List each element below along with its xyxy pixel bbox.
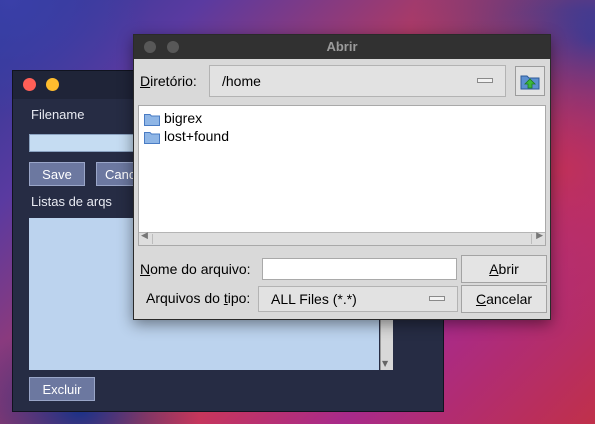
cancel-dialog-button[interactable]: Cancelar	[461, 285, 547, 313]
file-item-label: bigrex	[164, 110, 203, 126]
directory-label-mnemonic: D	[140, 73, 151, 89]
horizontal-scrollbar[interactable]: ◀ ▶	[139, 231, 545, 245]
filename-label: Filename	[31, 107, 85, 122]
folder-icon	[144, 113, 160, 126]
filetype-label-after: ipo:	[227, 290, 251, 306]
scroll-down-icon[interactable]: ▼	[382, 359, 388, 368]
directory-label: Diretório:	[140, 73, 197, 89]
file-item-label: lost+found	[164, 128, 229, 144]
dialog-minimize-button[interactable]	[167, 41, 179, 53]
open-label-text: brir	[498, 261, 519, 277]
file-browser-list[interactable]: bigrex lost+found ◀ ▶	[138, 105, 546, 246]
filename-field-label: Nome do arquivo:	[140, 261, 251, 277]
dialog-close-button[interactable]	[144, 41, 156, 53]
filetype-dropdown[interactable]: ALL Files (*.*)	[258, 286, 458, 312]
save-button[interactable]: Save	[29, 162, 85, 186]
dropdown-grip-icon	[429, 296, 445, 301]
filetype-label-before: Arquivos do	[146, 290, 224, 306]
filename-label-mnemonic: N	[140, 261, 151, 277]
folder-up-icon	[520, 75, 540, 90]
open-file-dialog: Abrir Diretório: /home bigrex lost+found…	[133, 34, 551, 320]
minimize-window-button[interactable]	[46, 78, 59, 91]
directory-dropdown[interactable]: /home	[209, 65, 506, 97]
filename-label-text: ome do arquivo:	[150, 261, 251, 277]
filetype-label: Arquivos do tipo:	[146, 290, 250, 306]
filetype-value: ALL Files (*.*)	[271, 291, 357, 307]
file-item-bigrex[interactable]: bigrex	[144, 110, 202, 126]
dialog-titlebar[interactable]: Abrir	[134, 35, 550, 59]
scroll-left-icon[interactable]: ◀	[141, 231, 148, 241]
delete-button[interactable]: Excluir	[29, 377, 95, 401]
close-window-button[interactable]	[23, 78, 36, 91]
parent-directory-button[interactable]	[515, 66, 545, 96]
open-label-mnemonic: A	[489, 261, 499, 277]
open-button[interactable]: Abrir	[461, 255, 547, 283]
cancel-label-mnemonic: C	[475, 291, 487, 307]
directory-label-text: iretório:	[150, 73, 197, 89]
folder-icon	[144, 131, 160, 144]
scroll-right-icon[interactable]: ▶	[536, 231, 543, 241]
filename-field[interactable]	[262, 258, 457, 280]
cancel-label-text: ancelar	[486, 291, 533, 307]
file-item-lost-found[interactable]: lost+found	[144, 128, 229, 144]
dropdown-grip-icon	[477, 78, 493, 83]
scrollbar-track[interactable]	[152, 234, 532, 244]
dialog-title: Abrir	[326, 39, 358, 54]
directory-value: /home	[222, 73, 261, 89]
file-list-label: Listas de arqs	[31, 194, 112, 209]
